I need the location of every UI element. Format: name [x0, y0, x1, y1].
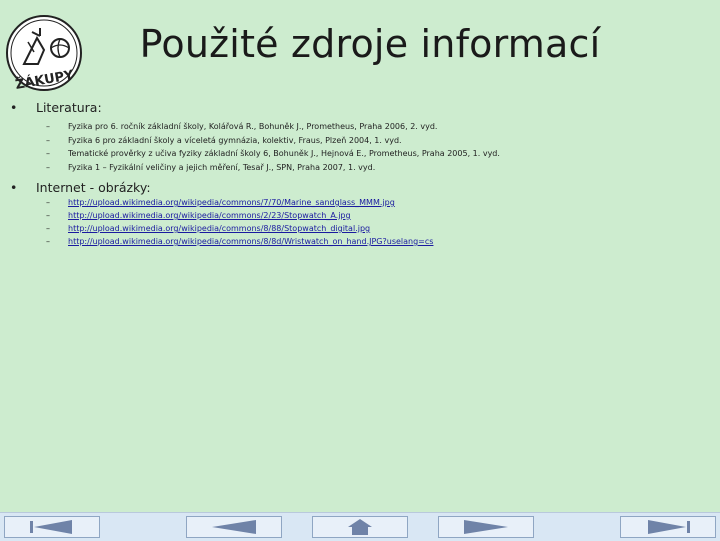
- next-slide-button[interactable]: [438, 516, 534, 538]
- dash-icon: –: [46, 198, 50, 207]
- slide-navigation-bar: [0, 512, 720, 541]
- image-source-link[interactable]: http://upload.wikimedia.org/wikipedia/co…: [68, 211, 351, 220]
- dash-icon: –: [46, 211, 50, 220]
- first-arrow-icon: [30, 520, 72, 534]
- bullet-icon: •: [10, 180, 18, 195]
- dash-icon: –: [46, 237, 50, 246]
- last-slide-button[interactable]: [620, 516, 716, 538]
- image-source-link[interactable]: http://upload.wikimedia.org/wikipedia/co…: [68, 198, 395, 207]
- section-heading: Internet - obrázky:: [36, 180, 151, 195]
- left-arrow-icon: [212, 520, 256, 534]
- reference-text: Tematické prověrky z učiva fyziky základ…: [68, 149, 500, 158]
- dash-icon: –: [46, 122, 50, 131]
- reference-text: Fyzika 1 – Fyzikální veličiny a jejich m…: [68, 162, 376, 172]
- bullet-icon: •: [10, 100, 18, 115]
- school-logo-icon: ŽÁKUPY: [4, 12, 86, 94]
- dash-icon: –: [46, 162, 50, 172]
- page-title: Použité zdroje informací: [139, 22, 601, 66]
- section-heading: Literatura:: [36, 100, 102, 115]
- image-source-link[interactable]: http://upload.wikimedia.org/wikipedia/co…: [68, 224, 370, 233]
- first-slide-button[interactable]: [4, 516, 100, 538]
- image-source-link[interactable]: http://upload.wikimedia.org/wikipedia/co…: [68, 237, 433, 246]
- home-icon: [348, 519, 372, 535]
- menu-button[interactable]: [312, 516, 408, 538]
- right-arrow-icon: [464, 520, 508, 534]
- reference-text: Fyzika pro 6. ročník základní školy, Kol…: [68, 122, 438, 131]
- dash-icon: –: [46, 135, 50, 145]
- dash-icon: –: [46, 224, 50, 233]
- dash-icon: –: [46, 149, 50, 158]
- last-arrow-icon: [648, 520, 690, 534]
- reference-text: Fyzika 6 pro základní školy a víceletá g…: [68, 135, 402, 145]
- previous-slide-button[interactable]: [186, 516, 282, 538]
